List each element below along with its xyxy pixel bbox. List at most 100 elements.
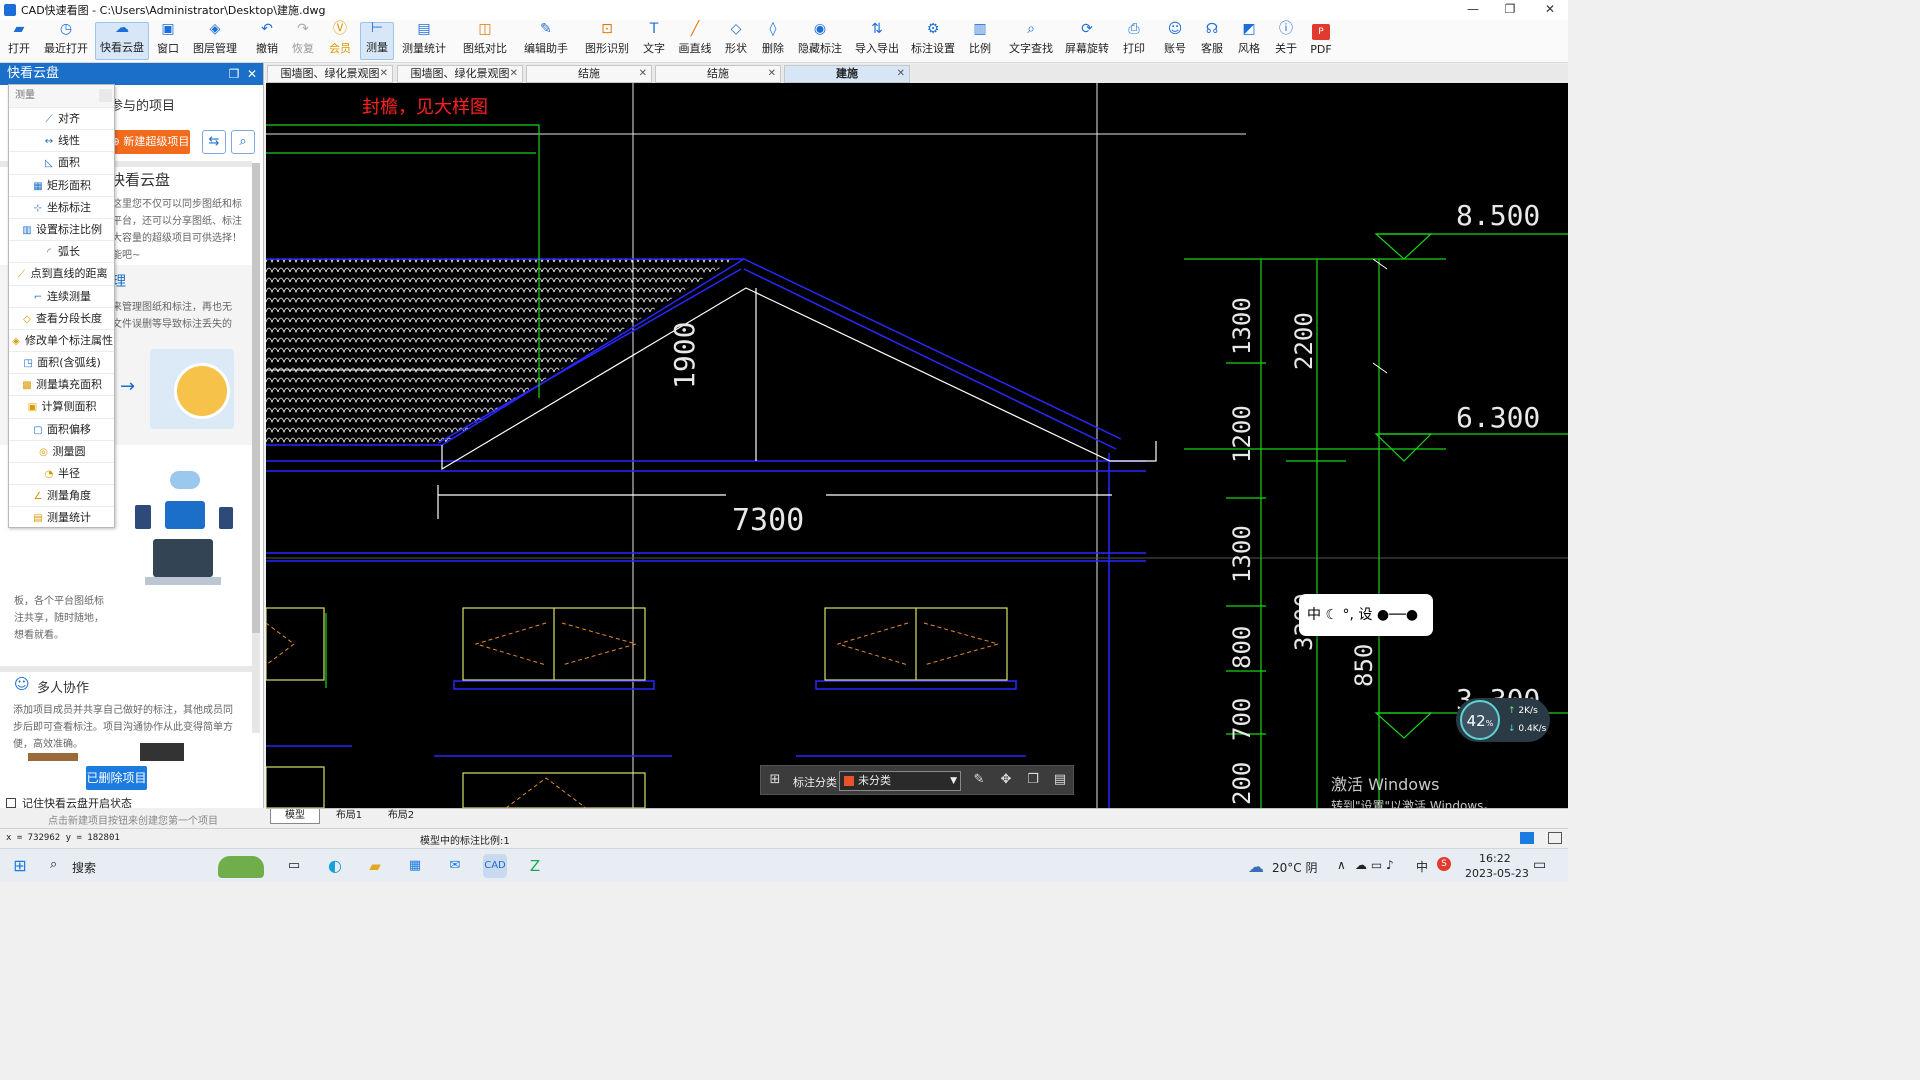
tab-close-icon[interactable]: ✕	[510, 66, 518, 82]
account-button[interactable]: ☺ 账号	[1163, 21, 1187, 60]
tab-layout2[interactable]: 布局2	[376, 809, 426, 824]
tray-icons[interactable]: ☁ ▭ ♪	[1355, 858, 1394, 872]
delete-button[interactable]: ◊ 删除	[761, 21, 785, 60]
close-button[interactable]: ✕	[1535, 0, 1565, 20]
status-panel-icon[interactable]	[1548, 832, 1562, 844]
cad-app-icon[interactable]: CAD	[483, 854, 507, 878]
edge-icon[interactable]: ◐	[323, 854, 347, 878]
new-project-button[interactable]: ⊕ 新建超级项目	[110, 130, 190, 154]
cloud-button[interactable]: ☁ 快看云盘	[95, 20, 149, 60]
tab-wall-landscape-2[interactable]: 围墙图、绿化景观图 ✕	[397, 65, 523, 83]
panel-scrollbar[interactable]	[252, 163, 260, 733]
menu-item-fill-area[interactable]: ▩ 测量填充面积	[9, 373, 114, 395]
minimize-button[interactable]: —	[1458, 0, 1488, 20]
menu-item-continuous[interactable]: ⌐ 连续测量	[9, 284, 114, 307]
pdf-button[interactable]: P PDF	[1310, 22, 1332, 60]
annotation-settings-button[interactable]: ⚙ 标注设置	[911, 21, 955, 60]
tab-structure-2[interactable]: 结施 ✕	[655, 65, 781, 83]
text-search-button[interactable]: ⌕ 文字查找	[1009, 21, 1053, 60]
menu-item-edit-attribute[interactable]: ◈ 修改单个标注属性	[9, 328, 114, 351]
cad-canvas[interactable]: 封檐，见大样图 8.500 6.300 3.300 7300 1900 1300…	[266, 83, 1568, 808]
maximize-button[interactable]: ❐	[1495, 0, 1525, 20]
paste-icon[interactable]: ▤	[1052, 772, 1068, 788]
menu-item-arc-length[interactable]: ◜ 弧长	[9, 240, 114, 262]
tab-close-icon[interactable]: ✕	[768, 66, 776, 82]
mail-icon[interactable]: ✉	[443, 854, 467, 878]
measure-button[interactable]: ⊢ 测量	[360, 20, 394, 60]
menu-item-point-to-line[interactable]: ⟋ 点到直线的距离	[9, 262, 114, 284]
print-button[interactable]: ⎙ 打印	[1122, 21, 1146, 60]
sogou-icon[interactable]: S	[1437, 857, 1451, 871]
scale-button[interactable]: ▥ 比例	[968, 21, 992, 60]
zoom-app-icon[interactable]: Z	[523, 854, 547, 878]
tab-close-icon[interactable]: ✕	[380, 66, 388, 82]
layers-button[interactable]: ◈ 图层管理	[193, 21, 237, 60]
menu-item-radius[interactable]: ◔ 半径	[9, 462, 114, 484]
menu-item-rect-area[interactable]: ▦ 矩形面积	[9, 173, 114, 196]
chevron-up-icon[interactable]: ∧	[1337, 858, 1346, 872]
undo-button[interactable]: ↶ 撤销	[254, 21, 280, 60]
tab-close-icon[interactable]: ✕	[639, 66, 647, 82]
move-icon[interactable]: ✥	[998, 772, 1014, 788]
style-button[interactable]: ◩ 风格	[1237, 21, 1261, 60]
store-icon[interactable]: ▦	[403, 854, 427, 878]
rotate-screen-button[interactable]: ⟳ 屏幕旋转	[1065, 21, 1109, 60]
menu-item-coordinate[interactable]: ⊹ 坐标标注	[9, 195, 114, 218]
import-export-button[interactable]: ⇅ 导入导出	[855, 21, 899, 60]
menu-item-area-offset[interactable]: ▢ 面积偏移	[9, 417, 114, 440]
shape-button[interactable]: ◇ 形状	[724, 21, 748, 60]
line-button[interactable]: ╱ 画直线	[678, 21, 712, 60]
menu-item-linear[interactable]: ↔ 线性	[9, 129, 114, 151]
text-button[interactable]: T 文字	[642, 21, 666, 60]
search-icon[interactable]: ⌕	[231, 130, 255, 154]
measure-stats-button[interactable]: ▤ 测量统计	[402, 21, 446, 60]
tab-architecture[interactable]: 建施 ✕	[784, 65, 910, 83]
redo-button[interactable]: ↷ 恢复	[290, 21, 316, 60]
menu-item-statistics[interactable]: ▤ 测量统计	[9, 506, 114, 528]
panel-float-icon[interactable]: ❐	[226, 63, 242, 85]
tab-structure-1[interactable]: 结施 ✕	[526, 65, 652, 83]
window-button[interactable]: ▣ 窗口	[155, 21, 181, 60]
copy-icon[interactable]: ❐	[1025, 772, 1041, 788]
panel-close-icon[interactable]: ✕	[244, 63, 260, 85]
menu-item-set-scale[interactable]: ▥ 设置标注比例	[9, 217, 114, 240]
menu-item-side-area[interactable]: ▣ 计算侧面积	[9, 395, 114, 417]
menu-item-angle[interactable]: ∠ 测量角度	[9, 484, 114, 506]
menu-item-area-arc[interactable]: ◳ 面积(含弧线)	[9, 351, 114, 373]
remember-cloud-checkbox[interactable]: 记住快看云盘开启状态	[6, 795, 132, 811]
tab-model[interactable]: 模型	[270, 809, 320, 824]
vip-button[interactable]: Ⓥ 会员	[327, 21, 353, 60]
ime-indicator[interactable]: 中	[1416, 858, 1428, 875]
status-mode-icon[interactable]	[1520, 832, 1534, 844]
menu-item-segment-length[interactable]: ◇ 查看分段长度	[9, 306, 114, 329]
notification-icon[interactable]: ▭	[1533, 857, 1546, 873]
task-view-icon[interactable]: ▭	[282, 854, 306, 878]
sync-icon[interactable]: ⇆	[202, 130, 226, 154]
tab-close-icon[interactable]: ✕	[897, 66, 905, 82]
recent-button[interactable]: ◷ 最近打开	[43, 21, 89, 60]
deleted-projects-button[interactable]: 已删除项目	[86, 766, 147, 790]
menu-close-icon[interactable]	[99, 89, 112, 102]
edit-icon[interactable]: ✎	[971, 772, 987, 788]
tab-my-projects[interactable]: 参与的项目	[110, 95, 175, 114]
support-button[interactable]: ☊ 客服	[1200, 21, 1224, 60]
clock-date[interactable]: 2023-05-23	[1465, 867, 1529, 880]
start-button[interactable]: ⊞	[8, 854, 32, 878]
open-button[interactable]: ▰ 打开	[6, 21, 32, 60]
menu-item-align[interactable]: ⟋ 对齐	[9, 107, 114, 129]
hide-annotation-button[interactable]: ◉ 隐藏标注	[797, 21, 843, 60]
about-button[interactable]: ⓘ 关于	[1274, 21, 1298, 60]
explorer-icon[interactable]: ▰	[363, 854, 387, 878]
edit-assistant-button[interactable]: ✎ 编辑助手	[524, 21, 568, 60]
menu-item-circle[interactable]: ◎ 测量圆	[9, 439, 114, 462]
annotation-category-select[interactable]: 未分类 ▼	[839, 771, 961, 791]
grid-icon[interactable]: ⊞	[767, 772, 783, 788]
menu-item-area[interactable]: ◺ 面积	[9, 151, 114, 173]
compare-button[interactable]: ◫ 图纸对比	[463, 21, 507, 60]
clock-time[interactable]: 16:22	[1479, 852, 1511, 865]
ime-toolbar[interactable]: 中 ☾ °, 设 ●──●	[1299, 594, 1433, 636]
tab-wall-landscape-1[interactable]: 围墙图、绿化景观图 ✕	[267, 65, 393, 83]
tab-layout1[interactable]: 布局1	[324, 809, 374, 824]
shape-recognize-button[interactable]: ⊡ 图形识别	[585, 21, 629, 60]
taskbar-search[interactable]: ⌕ 搜索	[42, 854, 272, 878]
